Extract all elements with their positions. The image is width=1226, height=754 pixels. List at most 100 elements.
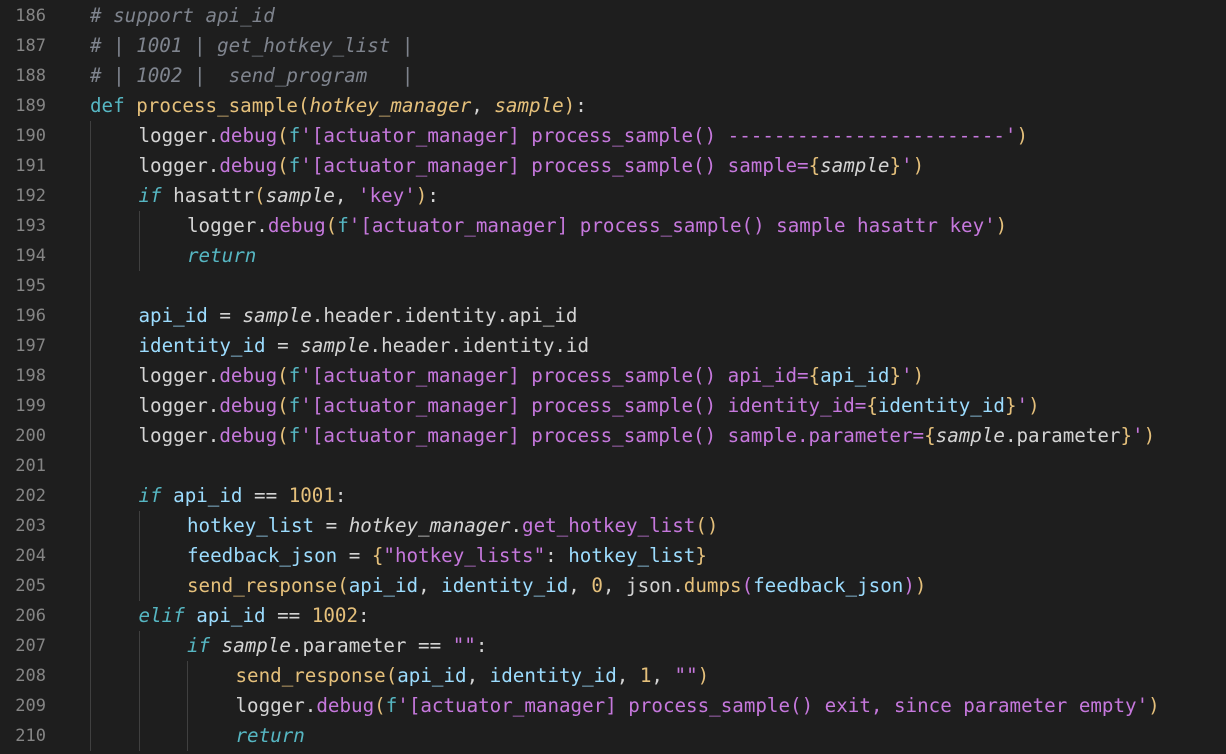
indent-guide [138,721,140,751]
code-token: ) [995,214,1008,237]
code-token: 1002 [311,604,359,627]
line-number: 188 [15,66,46,86]
indent-guide [90,211,91,241]
line-number: 202 [15,486,46,506]
code-line[interactable]: 197 identity_id = sample.header.identity.… [0,331,1226,361]
code-line[interactable]: 191 logger.debug(f'[actuator_manager] pro… [0,151,1226,181]
indent-guide [90,331,91,361]
code-token: sample [265,184,335,207]
code-token: : [334,484,347,507]
code-line[interactable]: 187 # | 1001 | get_hotkey_list | [0,31,1226,61]
indent-guide [187,721,188,751]
code-line[interactable]: 206 elif api_id == 1002: [0,601,1226,631]
code-token: if [138,184,174,207]
code-line[interactable]: 200 logger.debug(f'[actuator_manager] pro… [0,421,1226,451]
code-line[interactable]: 192 if hasattr(sample, 'key'): [0,181,1226,211]
indent-guide [90,151,91,181]
code-token: ( [254,184,266,207]
code-token: () [695,514,719,537]
line-number: 200 [15,426,46,446]
code-token: '[actuator_manager] process_sample() ide… [300,394,867,417]
code-line[interactable]: 205 send_response(api_id, identity_id, 0,… [0,571,1226,601]
indent-guide [90,601,91,631]
code-line[interactable]: 190 logger.debug(f'[actuator_manager] pro… [0,121,1226,151]
code-line[interactable]: 189 def process_sample(hotkey_manager, sa… [0,91,1226,121]
code-line[interactable]: 195 [0,271,1226,301]
code-token: = [314,514,349,537]
code-line[interactable]: 210 return [0,721,1226,751]
line-number: 206 [15,606,46,626]
code-token: send_response [235,664,386,687]
code-token: ( [277,424,289,447]
code-line[interactable]: 193 logger.debug(f'[actuator_manager] pro… [0,211,1226,241]
code-token: process_sample [136,94,298,117]
code-line[interactable]: 194 return [0,241,1226,271]
code-text: # | 1002 | send_program | [90,61,413,91]
indent-guide [138,691,140,721]
indent-guide [90,271,91,301]
code-token: ) [903,574,915,597]
line-number: 209 [15,696,46,716]
line-number: 201 [15,456,46,476]
line-number: 197 [15,336,46,356]
code-text: api_id = sample.header.identity.api_id [139,301,578,331]
indent-guide [138,661,140,691]
code-editor[interactable]: 186 # support api_id 187 # | 1001 | get_hot… [0,0,1226,754]
code-token: hotkey_list [568,544,696,567]
code-line[interactable]: 207 if sample.parameter == "": [0,631,1226,661]
code-token: logger. [235,694,317,717]
code-token: , [568,574,592,597]
code-line[interactable]: 198 logger.debug(f'[actuator_manager] pro… [0,361,1226,391]
code-token: ( [741,574,754,597]
code-line[interactable]: 203 hotkey_list = hotkey_manager.get_hotk… [0,511,1226,541]
code-token: if [138,484,174,507]
code-token: .header.identity.api_id [311,304,578,327]
indent-guide [138,211,140,241]
code-text: if api_id == 1001: [139,481,347,511]
code-line[interactable]: 202 if api_id == 1001: [0,481,1226,511]
line-number: 204 [15,546,46,566]
code-token: debug [219,124,278,147]
code-token: send_response [187,574,338,597]
code-token: identity_id [489,664,617,687]
code-token: f [288,424,301,447]
code-token: ) [1143,424,1156,447]
code-token: , [466,664,490,687]
code-line[interactable]: 186 # support api_id [0,1,1226,31]
code-token: sample [820,154,890,177]
code-token: : [427,184,439,207]
code-line[interactable]: 196 api_id = sample.header.identity.api_i… [0,301,1226,331]
code-token: ) [697,664,710,687]
indent-guide [187,691,188,721]
code-token: : [575,94,587,117]
code-text: send_response(api_id, identity_id, 0, js… [187,571,926,601]
line-number: 195 [15,276,46,296]
indent-guide [90,691,91,721]
code-token: api_id [196,604,266,627]
code-token: ( [325,214,338,237]
code-line[interactable]: 204 feedback_json = {"hotkey_lists": hotk… [0,541,1226,571]
code-line[interactable]: 209 logger.debug(f'[actuator_manager] pro… [0,691,1226,721]
code-token: } [1120,424,1133,447]
code-token: logger. [138,424,220,447]
code-line[interactable]: 199 logger.debug(f'[actuator_manager] pro… [0,391,1226,421]
indent-guide [90,541,91,571]
code-text: def process_sample(hotkey_manager, sampl… [90,91,587,121]
code-text: hotkey_list = hotkey_manager.get_hotkey_… [187,511,718,541]
indent-guide [90,121,91,151]
code-text: # support api_id [90,1,275,31]
code-token: sample [300,334,370,357]
code-token: ( [385,664,398,687]
code-line[interactable]: 188 # | 1002 | send_program | [0,61,1226,91]
indent-guide [90,661,91,691]
code-line[interactable]: 201 [0,451,1226,481]
code-line[interactable]: 208 send_response(api_id, identity_id, 1,… [0,661,1226,691]
line-number: 210 [15,726,46,746]
indent-guide [187,661,188,691]
indent-guide [90,181,91,211]
line-number: 203 [15,516,46,536]
code-token: dumps [683,574,742,597]
code-text: identity_id = sample.header.identity.id [139,331,590,361]
code-token: '[actuator_manager] process_sample() sam… [300,154,809,177]
code-token: 1001 [288,484,335,507]
